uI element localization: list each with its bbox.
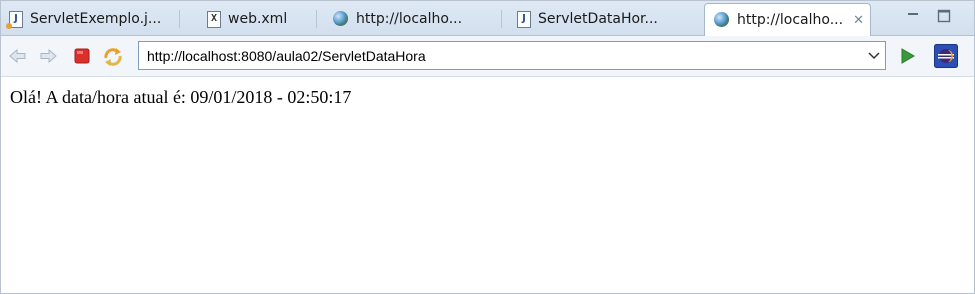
xml-file-icon: X [205, 11, 221, 28]
java-file-run-icon: J [6, 11, 23, 29]
eclipse-icon[interactable] [934, 44, 958, 68]
tab-label: ServletExemplo.j... [30, 11, 162, 27]
tab-localhost-active[interactable]: http://localho... ✕ [704, 3, 871, 36]
browser-window: J ServletExemplo.j... X web.xml http://l… [0, 0, 975, 294]
page-content: Olá! A data/hora atual é: 09/01/2018 - 0… [1, 77, 974, 293]
forward-arrow-icon[interactable] [38, 46, 58, 66]
tab-servletdatahora[interactable]: J ServletDataHor... [515, 4, 658, 34]
tab-bar: J ServletExemplo.j... X web.xml http://l… [1, 1, 974, 36]
go-icon[interactable] [897, 46, 917, 66]
minimize-icon[interactable] [903, 7, 923, 25]
tab-servletexemplo[interactable]: J ServletExemplo.j... [6, 4, 162, 34]
java-file-icon: J [515, 11, 531, 28]
chevron-down-icon[interactable] [863, 43, 885, 68]
tab-label: ServletDataHor... [538, 11, 658, 27]
navigation-toolbar [1, 36, 974, 77]
tab-label: web.xml [228, 11, 288, 27]
maximize-icon[interactable] [934, 7, 954, 25]
page-text: Olá! A data/hora atual é: 09/01/2018 - 0… [10, 87, 352, 107]
refresh-icon[interactable] [102, 46, 122, 66]
tab-label: http://localho... [356, 11, 463, 27]
address-bar[interactable] [138, 41, 886, 70]
stop-icon[interactable] [72, 46, 92, 66]
globe-icon [714, 12, 730, 28]
globe-icon [333, 11, 349, 27]
tab-web-xml[interactable]: X web.xml [205, 4, 287, 34]
url-input[interactable] [139, 43, 863, 68]
back-arrow-icon[interactable] [8, 46, 28, 66]
close-icon[interactable]: ✕ [853, 13, 864, 28]
tab-localhost-1[interactable]: http://localho... [333, 4, 462, 34]
tab-label: http://localho... [737, 12, 844, 28]
